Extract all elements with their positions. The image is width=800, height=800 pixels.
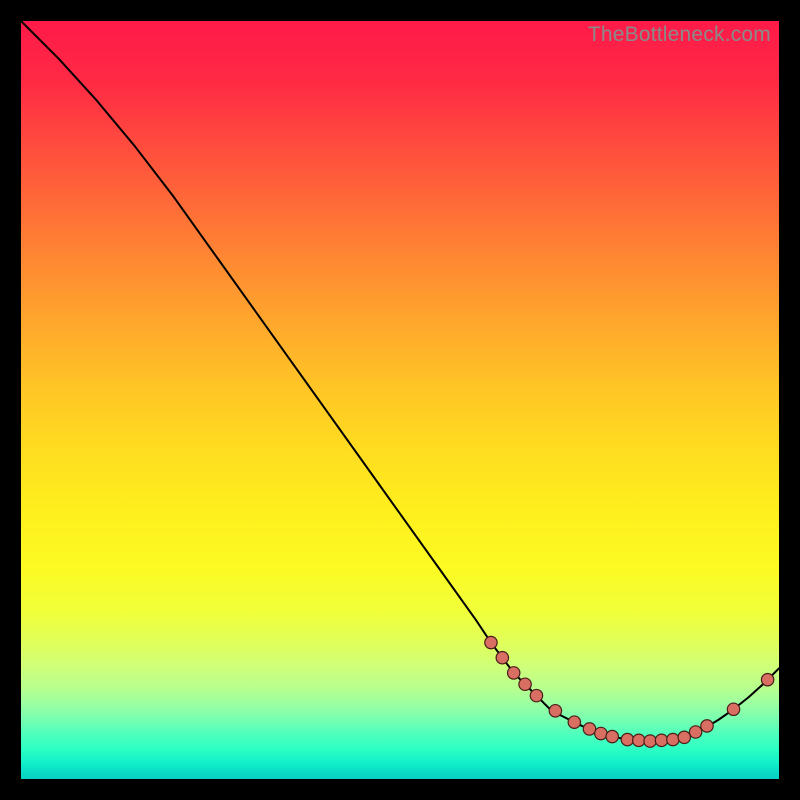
- data-point: [633, 734, 645, 746]
- data-point: [761, 674, 773, 686]
- data-point: [689, 726, 701, 738]
- data-point: [508, 667, 520, 679]
- data-point: [655, 734, 667, 746]
- data-point: [519, 678, 531, 690]
- data-point: [583, 723, 595, 735]
- data-point: [621, 733, 633, 745]
- data-point: [606, 730, 618, 742]
- data-point: [485, 636, 497, 648]
- data-point: [701, 720, 713, 732]
- data-markers: [485, 636, 774, 747]
- data-point: [678, 731, 690, 743]
- chart-svg: [21, 21, 779, 779]
- data-point: [667, 733, 679, 745]
- data-point: [595, 727, 607, 739]
- line-series: [21, 21, 779, 741]
- data-point: [496, 652, 508, 664]
- plot-area: TheBottleneck.com: [21, 21, 779, 779]
- data-point: [644, 735, 656, 747]
- chart-frame: TheBottleneck.com: [0, 0, 800, 800]
- data-point: [727, 703, 739, 715]
- data-point: [530, 689, 542, 701]
- data-point: [549, 705, 561, 717]
- data-point: [568, 716, 580, 728]
